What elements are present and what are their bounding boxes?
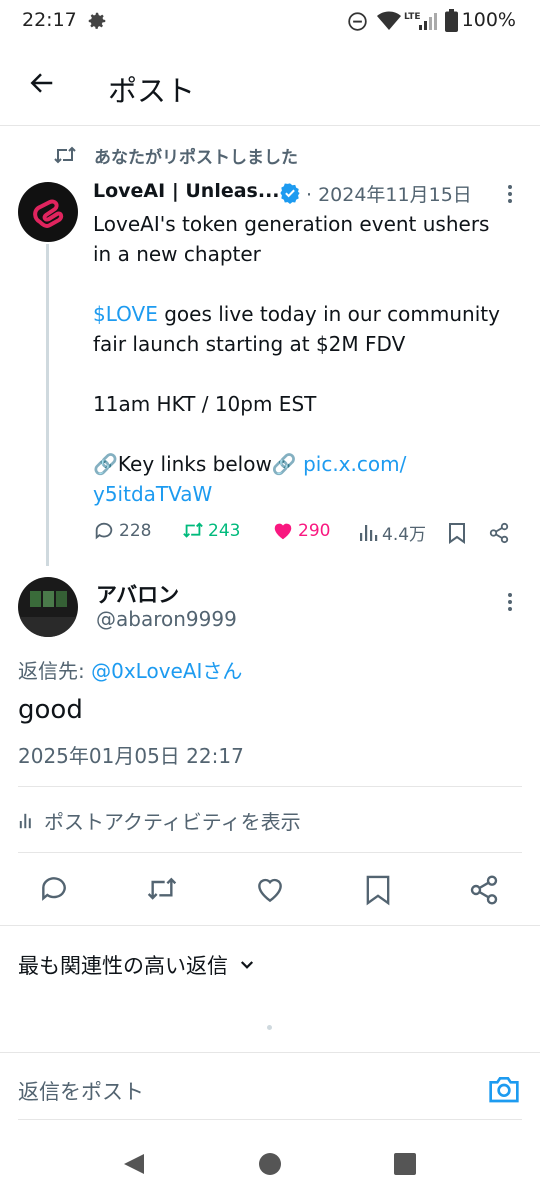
status-time: 22:17 xyxy=(22,9,77,31)
more-options-icon[interactable] xyxy=(504,182,516,206)
reply-author-name[interactable]: アバロン xyxy=(96,579,179,609)
status-bar: 22:17 LTE 100% xyxy=(0,0,540,44)
like-count-button[interactable]: 290 xyxy=(272,520,330,542)
post-line-text: 🔗Key links below🔗 xyxy=(93,452,304,476)
signal-icon xyxy=(418,11,438,31)
reply-text: good xyxy=(18,695,83,725)
share-action-button[interactable] xyxy=(468,874,500,906)
share-icon[interactable] xyxy=(488,522,510,544)
divider xyxy=(18,1119,522,1120)
avatar-abaron[interactable] xyxy=(18,577,78,637)
post-body: LoveAI's token generation event ushers i… xyxy=(93,209,513,509)
reply-sort-dropdown[interactable]: 最も関連性の高い返信 xyxy=(18,950,256,980)
repost-count-button[interactable]: 243 xyxy=(182,520,240,542)
post-line-text: goes live today in our community xyxy=(157,302,500,326)
bookmark-icon xyxy=(366,875,390,906)
system-nav-bar xyxy=(0,1130,540,1200)
media-link[interactable]: pic.x.com/ xyxy=(303,452,406,476)
avatar-loveai[interactable] xyxy=(18,182,78,242)
post-line xyxy=(93,359,513,389)
heart-filled-icon xyxy=(274,523,292,540)
post-line: 🔗Key links below🔗 pic.x.com/ xyxy=(93,449,513,479)
battery-icon xyxy=(445,9,458,32)
post-line: in a new chapter xyxy=(93,242,261,266)
bookmark-icon[interactable] xyxy=(448,522,466,544)
bookmark-action-button[interactable] xyxy=(364,874,392,906)
post-line: fair launch starting at $2M FDV xyxy=(93,332,406,356)
gear-icon xyxy=(86,10,108,32)
header: ポスト xyxy=(0,44,540,126)
cashtag-link[interactable]: $LOVE xyxy=(93,302,158,326)
repost-action-button[interactable] xyxy=(146,874,178,906)
post-line: LoveAI's token generation event ushers xyxy=(93,212,490,236)
camera-icon[interactable] xyxy=(488,1074,520,1104)
replying-to-prefix: 返信先: xyxy=(18,659,92,683)
repost-label: あなたがリポストしました xyxy=(94,148,298,168)
like-count: 290 xyxy=(298,521,331,541)
reply-count: 228 xyxy=(119,521,152,541)
replying-to-link[interactable]: @0xLoveAIさん xyxy=(91,659,242,683)
divider xyxy=(0,1052,540,1053)
author-name[interactable]: LoveAI | Unleas... xyxy=(93,180,280,202)
nav-home-icon[interactable] xyxy=(258,1152,282,1176)
post-line: $LOVE goes live today in our community xyxy=(93,299,513,329)
loveai-logo-icon xyxy=(33,199,64,228)
like-action-button[interactable] xyxy=(254,874,286,906)
post-line: 11am HKT / 10pm EST xyxy=(93,392,317,416)
post-line xyxy=(93,269,513,299)
comment-icon xyxy=(95,522,113,540)
post-activity-label: ポストアクティビティを表示 xyxy=(44,810,301,834)
views-icon xyxy=(360,524,378,541)
page-title: ポスト xyxy=(108,74,196,108)
reply-action-button[interactable] xyxy=(38,873,70,905)
divider xyxy=(18,852,522,853)
thread-line xyxy=(46,244,49,566)
nav-recents-icon[interactable] xyxy=(394,1153,416,1175)
divider xyxy=(0,925,540,926)
card-photo-avatar-icon xyxy=(18,591,78,637)
post-date[interactable]: · 2024年11月15日 xyxy=(306,180,472,207)
media-link-continued[interactable]: y5itdaTVaW xyxy=(93,479,513,509)
reply-author-handle[interactable]: @abaron9999 xyxy=(96,607,237,631)
reply-input[interactable]: 返信をポスト xyxy=(18,1076,144,1106)
arrow-left-icon xyxy=(30,73,53,93)
views-icon xyxy=(19,813,31,828)
back-button[interactable] xyxy=(26,68,56,98)
reply-more-options-icon[interactable] xyxy=(504,590,516,614)
reply-sort-label: 最も関連性の高い返信 xyxy=(18,954,228,978)
reply-timestamp: 2025年01月05日 22:17 xyxy=(18,744,244,768)
repost-count: 243 xyxy=(208,521,241,541)
divider xyxy=(18,786,522,787)
post-activity-link[interactable]: ポストアクティビティを表示 xyxy=(18,806,301,835)
view-count: 4.4万 xyxy=(382,525,427,545)
reply-count-button[interactable]: 228 xyxy=(93,520,151,542)
heart-icon xyxy=(258,878,282,903)
repost-icon xyxy=(147,877,177,900)
repost-icon xyxy=(183,522,203,538)
wifi-icon xyxy=(377,11,401,31)
comment-icon xyxy=(42,877,66,901)
loading-dot xyxy=(267,1025,272,1030)
battery-percent: 100% xyxy=(461,9,516,31)
view-count-button[interactable]: 4.4万 xyxy=(358,520,426,545)
repost-icon xyxy=(53,144,77,166)
post-line xyxy=(93,419,513,449)
nav-back-icon[interactable] xyxy=(122,1152,146,1176)
dnd-icon xyxy=(347,11,368,32)
verified-badge-icon xyxy=(279,182,301,204)
chevron-down-icon xyxy=(240,961,254,969)
share-icon xyxy=(470,875,498,905)
replying-to: 返信先: @0xLoveAIさん xyxy=(18,655,242,684)
